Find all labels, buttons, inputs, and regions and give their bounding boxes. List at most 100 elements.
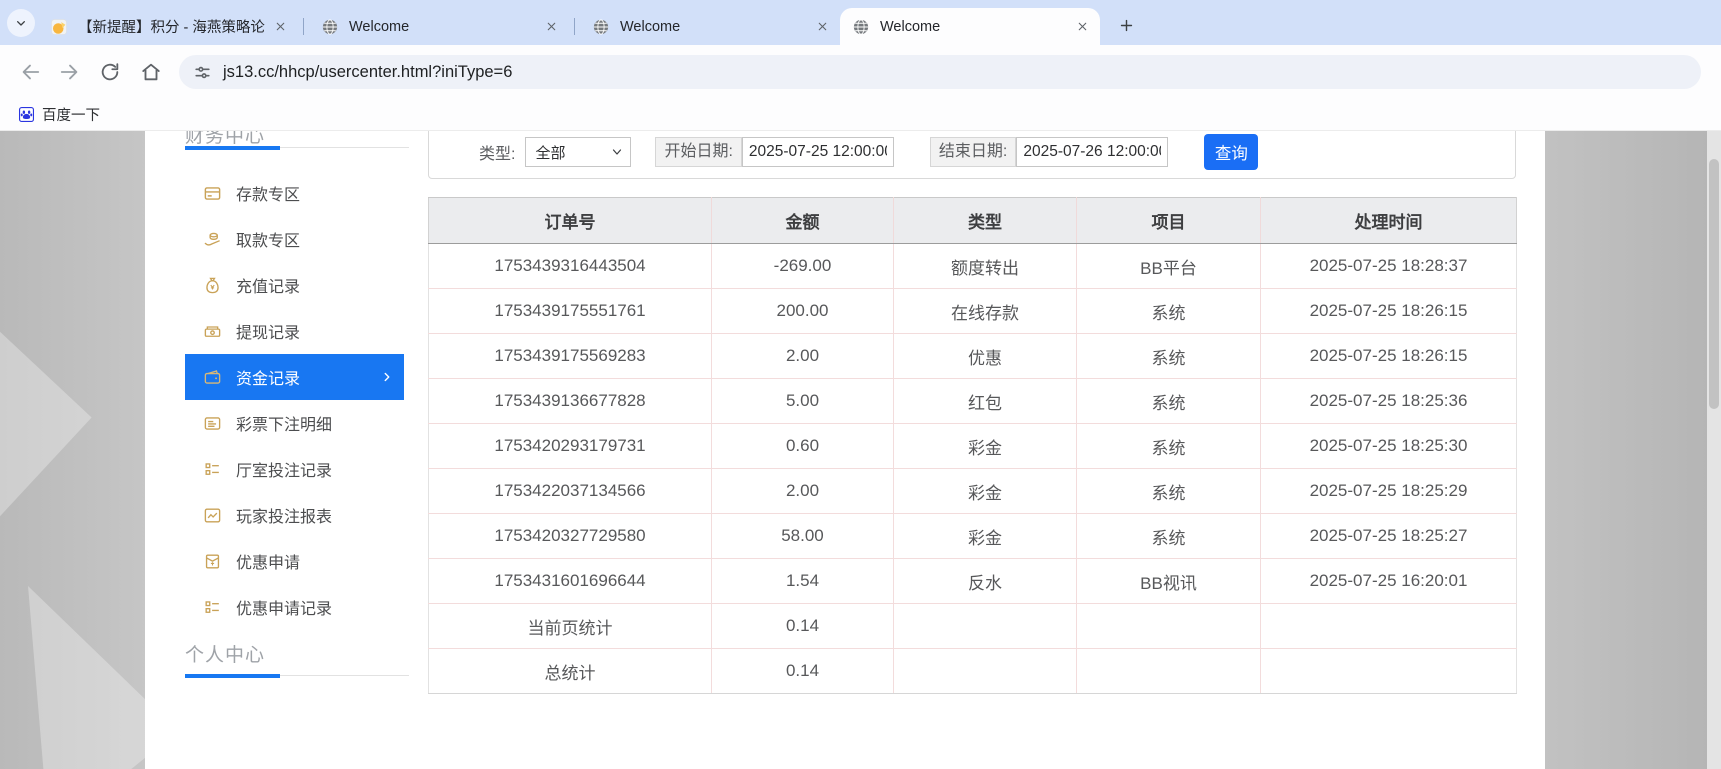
sidebar-item-label: 厅室投注记录 — [236, 463, 333, 480]
cell-type: 额度转出 — [893, 243, 1077, 289]
cell-time: 2025-07-25 18:25:30 — [1260, 423, 1517, 469]
table-body: 1753439316443504 -269.00 额度转出 BB平台 2025-07-2… — [428, 243, 1517, 694]
table-row: 1753439136677828 5.00 红包 系统 2025-07-25 18:25… — [428, 378, 1517, 424]
scrollbar-thumb[interactable] — [1709, 159, 1719, 409]
end-date-input[interactable] — [1016, 137, 1169, 167]
table-row: 1753420293179731 0.60 彩金 系统 2025-07-25 18:25… — [428, 423, 1517, 469]
back-button[interactable] — [16, 58, 44, 86]
summary-amount: 0.14 — [711, 648, 894, 694]
sidebar-item-label: 优惠申请 — [236, 555, 301, 572]
tab-title: 【新提醒】积分 - 海燕策略论坛 — [78, 20, 265, 36]
withdraw-hand-icon — [203, 230, 222, 249]
cell-amount: 0.60 — [711, 423, 894, 469]
section-divider — [185, 145, 409, 150]
tab-title: Welcome — [349, 18, 410, 35]
sidebar-item-9[interactable]: 优惠申请 — [185, 538, 404, 584]
new-tab-button[interactable] — [1112, 11, 1140, 39]
sidebar-item-label: 优惠申请记录 — [236, 601, 333, 618]
tab-strip: 【新提醒】积分 - 海燕策略论坛 Welcome Welcome Welcome — [0, 0, 1721, 45]
tab-close-icon[interactable] — [271, 17, 290, 36]
empty-cell — [1260, 603, 1517, 649]
cell-amount: 2.00 — [711, 468, 894, 514]
sidebar-item-label: 取款专区 — [236, 233, 301, 250]
cell-type: 彩金 — [893, 513, 1077, 559]
tab-search-button[interactable] — [7, 9, 35, 37]
browser-tab[interactable]: Welcome — [840, 8, 1100, 45]
forward-button[interactable] — [56, 58, 84, 86]
sidebar-item-6[interactable]: 彩票下注明细 — [185, 400, 404, 446]
sidebar-item-5[interactable]: 资金记录 — [185, 354, 404, 400]
address-bar[interactable]: js13.cc/hhcp/usercenter.html?iniType=6 — [179, 55, 1701, 89]
table-header-row: 订单号 金额 类型 项目 处理时间 — [428, 197, 1517, 244]
forward-icon — [59, 61, 81, 83]
cell-time: 2025-07-25 18:25:29 — [1260, 468, 1517, 514]
table-row: 1753420327729580 58.00 彩金 系统 2025-07-25 18:2… — [428, 513, 1517, 559]
cell-project: 系统 — [1076, 333, 1261, 379]
tab-strip-tabs: 【新提醒】积分 - 海燕策略论坛 Welcome Welcome Welcome — [38, 8, 1100, 45]
reload-icon — [99, 61, 121, 83]
column-header: 订单号 — [428, 197, 712, 244]
plus-icon — [1118, 17, 1135, 34]
reload-button[interactable] — [96, 58, 124, 86]
sidebar-item-7[interactable]: 厅室投注记录 — [185, 446, 404, 492]
sidebar-item-10[interactable]: 优惠申请记录 — [185, 584, 404, 630]
cell-project: 系统 — [1076, 513, 1261, 559]
sidebar-item-label: 彩票下注明细 — [236, 417, 333, 434]
browser-tab[interactable]: 【新提醒】积分 - 海燕策略论坛 — [38, 8, 298, 45]
cell-amount: 58.00 — [711, 513, 894, 559]
tab-divider — [574, 18, 575, 35]
sidebar-item-label: 资金记录 — [236, 371, 301, 388]
url-text: js13.cc/hhcp/usercenter.html?iniType=6 — [223, 62, 513, 81]
table-row: 1753439316443504 -269.00 额度转出 BB平台 2025-07-2… — [428, 243, 1517, 289]
sidebar-item-4[interactable]: 提现记录 — [185, 308, 404, 354]
query-button[interactable]: 查询 — [1204, 134, 1259, 170]
sidebar-item-3[interactable]: 充值记录 — [185, 262, 404, 308]
browser-tab[interactable]: Welcome — [580, 8, 840, 45]
page-scrollbar[interactable] — [1707, 131, 1721, 769]
empty-cell — [1076, 603, 1261, 649]
cell-project: BB视讯 — [1076, 558, 1261, 604]
main-content: 类型: 全部 开始日期: 结束日期: 查询 — [428, 131, 1517, 769]
summary-label: 总统计 — [428, 648, 712, 694]
sidebar-item-label: 提现记录 — [236, 325, 301, 342]
baidu-icon — [18, 106, 35, 123]
browser-toolbar: js13.cc/hhcp/usercenter.html?iniType=6 — [0, 45, 1721, 99]
cell-type: 彩金 — [893, 423, 1077, 469]
sidebar-item-1[interactable]: 存款专区 — [185, 170, 404, 216]
cell-order: 1753431601696644 — [428, 558, 712, 604]
type-select[interactable]: 全部 — [525, 137, 632, 167]
tune-icon[interactable] — [193, 63, 212, 82]
grid-list-icon — [203, 460, 222, 479]
home-button[interactable] — [137, 58, 165, 86]
tab-close-icon[interactable] — [813, 17, 832, 36]
table-row: 1753439175551761 200.00 在线存款 系统 2025-07-25 1… — [428, 288, 1517, 334]
empty-cell — [1260, 648, 1517, 694]
bookmark-baidu[interactable]: 百度一下 — [18, 104, 100, 125]
section-divider — [185, 673, 409, 678]
column-header: 项目 — [1076, 197, 1261, 244]
chevron-right-icon — [380, 370, 394, 384]
home-icon — [140, 61, 162, 83]
end-date-label: 结束日期: — [929, 137, 1017, 167]
type-label: 类型: — [479, 146, 516, 163]
start-date-input[interactable] — [741, 137, 894, 167]
chevron-down-icon — [13, 15, 29, 31]
empty-cell — [893, 603, 1077, 649]
tab-close-icon[interactable] — [1073, 17, 1092, 36]
cell-order: 1753422037134566 — [428, 468, 712, 514]
start-date-label: 开始日期: — [655, 137, 742, 167]
sidebar-section-personal: 个人中心 — [185, 645, 266, 666]
summary-amount: 0.14 — [711, 603, 894, 649]
cell-project: 系统 — [1076, 423, 1261, 469]
sidebar-item-8[interactable]: 玩家投注报表 — [185, 492, 404, 538]
cell-amount: -269.00 — [711, 243, 894, 289]
filter-bar: 类型: 全部 开始日期: 结束日期: 查询 — [428, 131, 1516, 179]
tab-close-icon[interactable] — [542, 17, 561, 36]
sidebar-item-2[interactable]: 取款专区 — [185, 216, 404, 262]
report-chart-icon — [203, 506, 222, 525]
cell-amount: 200.00 — [711, 288, 894, 334]
table-row: 1753422037134566 2.00 彩金 系统 2025-07-25 18:25… — [428, 468, 1517, 514]
sidebar: 财务中心 存款专区 取款专区 充值记录 提现记录 资金记录 彩票下注明细 厅室投注记录 玩家投… — [145, 131, 415, 769]
back-icon — [19, 61, 41, 83]
browser-tab[interactable]: Welcome — [309, 8, 569, 45]
